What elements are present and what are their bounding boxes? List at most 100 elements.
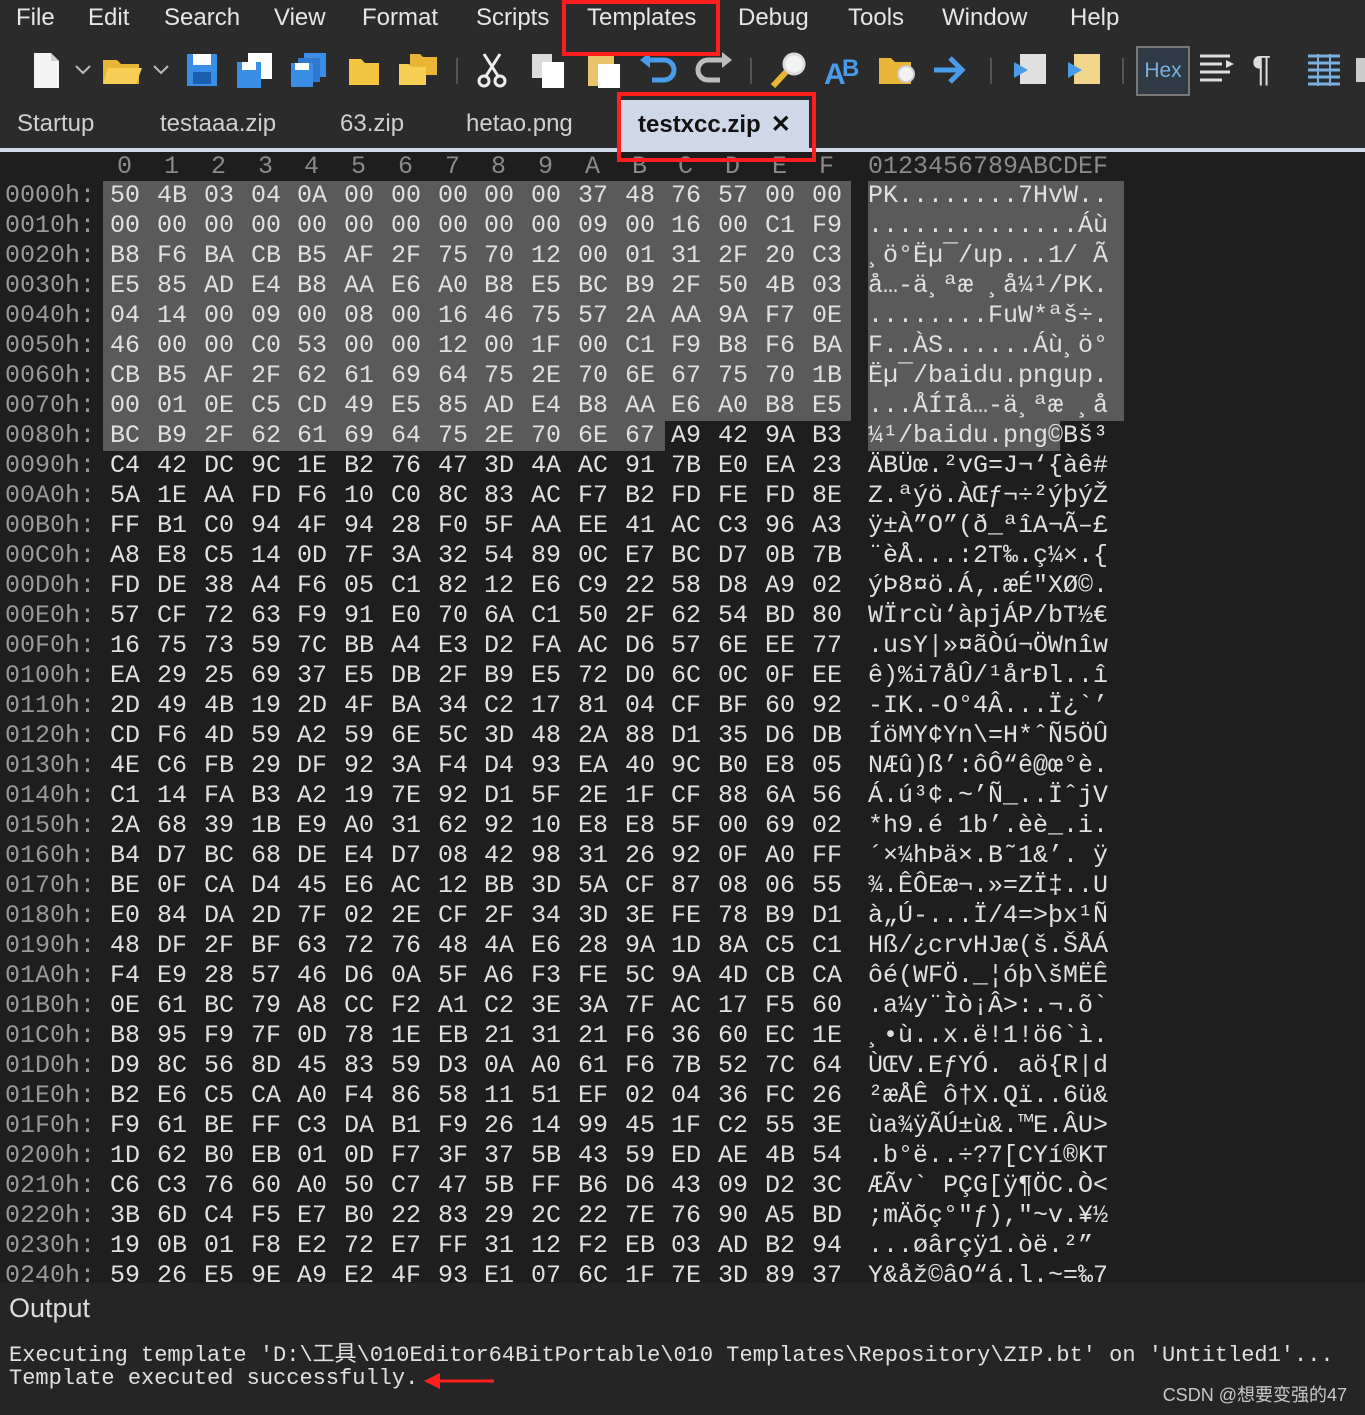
hex-byte[interactable]: 22 <box>625 571 655 600</box>
hex-byte[interactable]: 22 <box>578 1201 608 1230</box>
hex-byte[interactable]: D9 <box>110 1051 140 1080</box>
hex-byte[interactable]: D4 <box>484 751 514 780</box>
hex-byte[interactable]: 0C <box>578 541 608 570</box>
hex-byte[interactable]: 21 <box>578 1021 608 1050</box>
row-ascii[interactable]: Z.ªýö.ÀŒƒ¬÷²ýþýŽ <box>868 481 1108 510</box>
hex-byte[interactable]: 37 <box>484 1141 514 1170</box>
hex-byte[interactable]: A4 <box>251 571 281 600</box>
hex-byte[interactable]: 0E <box>812 301 842 330</box>
hex-byte[interactable]: CA <box>812 961 842 990</box>
hex-byte[interactable]: 59 <box>344 721 374 750</box>
open-folder-icon[interactable] <box>100 50 144 90</box>
hex-byte[interactable]: 50 <box>718 271 748 300</box>
hex-byte[interactable]: 2F <box>718 241 748 270</box>
hex-byte[interactable]: C3 <box>297 1111 327 1140</box>
hex-byte[interactable]: AD <box>484 391 514 420</box>
hex-byte[interactable]: 4F <box>344 691 374 720</box>
hex-byte[interactable]: 89 <box>765 1261 795 1283</box>
hex-byte[interactable]: 6C <box>578 1261 608 1283</box>
hex-byte[interactable]: FC <box>765 1081 795 1110</box>
hex-byte[interactable]: A9 <box>765 571 795 600</box>
hex-byte[interactable]: FE <box>671 901 701 930</box>
hex-byte[interactable]: 78 <box>344 1021 374 1050</box>
hex-byte[interactable]: 00 <box>110 391 140 420</box>
hex-byte[interactable]: C6 <box>110 1171 140 1200</box>
hex-byte[interactable]: 2F <box>438 661 468 690</box>
hex-byte[interactable]: 00 <box>484 181 514 210</box>
hex-byte[interactable]: 3A <box>391 541 421 570</box>
hex-byte[interactable]: 61 <box>578 1051 608 1080</box>
hex-byte[interactable]: 62 <box>297 361 327 390</box>
row-ascii[interactable]: Ëµ¯/baidu.pngup. <box>868 361 1108 390</box>
row-ascii[interactable]: ...øârçÿ1.òë.­²” <box>868 1231 1093 1260</box>
hex-byte[interactable]: 8D <box>251 1051 281 1080</box>
hex-byte[interactable]: FD <box>765 481 795 510</box>
folder-icon[interactable] <box>346 50 382 90</box>
folders-icon[interactable] <box>396 50 440 90</box>
hex-byte[interactable]: 90 <box>718 1201 748 1230</box>
row-ascii[interactable]: -IK.-O°4Â...Ï¿`’ <box>868 691 1108 720</box>
hex-byte[interactable]: 10 <box>344 481 374 510</box>
hex-byte[interactable]: E8 <box>625 811 655 840</box>
hex-byte[interactable]: 76 <box>391 451 421 480</box>
hex-byte[interactable]: A3 <box>812 511 842 540</box>
hex-byte[interactable]: BB <box>344 631 374 660</box>
hex-byte[interactable]: DF <box>297 751 327 780</box>
hex-byte[interactable]: 14 <box>157 781 187 810</box>
hex-byte[interactable]: 62 <box>671 601 701 630</box>
hex-byte[interactable]: 00 <box>718 211 748 240</box>
hex-byte[interactable]: E5 <box>391 391 421 420</box>
hex-byte[interactable]: B6 <box>578 1171 608 1200</box>
hex-byte[interactable]: 08 <box>438 841 468 870</box>
hex-byte[interactable]: D6 <box>625 1171 655 1200</box>
hex-byte[interactable]: 2F <box>204 931 234 960</box>
hex-byte[interactable]: F6 <box>765 331 795 360</box>
hex-byte[interactable]: 5F <box>484 511 514 540</box>
hex-byte[interactable]: 70 <box>438 601 468 630</box>
hex-byte[interactable]: 1D <box>671 931 701 960</box>
row-ascii[interactable]: ...ÅÍIå…-ä¸ªæ ¸å <box>868 391 1108 420</box>
hex-byte[interactable]: 69 <box>391 361 421 390</box>
hex-byte[interactable]: 69 <box>344 421 374 450</box>
hex-byte[interactable]: 20 <box>765 241 795 270</box>
hex-byte[interactable]: B9 <box>484 661 514 690</box>
hex-byte[interactable]: 50 <box>578 601 608 630</box>
hex-byte[interactable]: A2 <box>297 721 327 750</box>
menu-debug[interactable]: Debug <box>738 4 809 32</box>
find-icon[interactable] <box>768 50 812 90</box>
hex-byte[interactable]: 83 <box>484 481 514 510</box>
tab-startup[interactable]: Startup <box>17 110 94 138</box>
hex-byte[interactable]: BF <box>718 691 748 720</box>
hex-byte[interactable]: 07 <box>531 1261 561 1283</box>
hex-byte[interactable]: 60 <box>765 691 795 720</box>
hex-byte[interactable]: A9 <box>671 421 701 450</box>
hex-byte[interactable]: 46 <box>484 301 514 330</box>
row-ascii[interactable]: ¾.ÊÔEæ¬.»=ZÏ‡..U <box>868 871 1108 900</box>
hex-byte[interactable]: 61 <box>297 421 327 450</box>
hex-byte[interactable]: 26 <box>484 1111 514 1140</box>
hex-byte[interactable]: B8 <box>765 391 795 420</box>
hex-byte[interactable]: 06 <box>765 871 795 900</box>
hex-byte[interactable]: 7F <box>297 901 327 930</box>
hex-byte[interactable]: 26 <box>157 1261 187 1283</box>
hex-byte[interactable]: FE <box>578 961 608 990</box>
hex-byte[interactable]: 42 <box>157 451 187 480</box>
hex-byte[interactable]: A5 <box>765 1201 795 1230</box>
row-bytes[interactable]: CDF64D59A2596E5C3D482A88D135D6DBCD F6 4D… <box>103 721 851 751</box>
hex-byte[interactable]: C5 <box>204 1081 234 1110</box>
hex-byte[interactable]: 76 <box>391 931 421 960</box>
hex-byte[interactable]: 55 <box>765 1111 795 1140</box>
hex-byte[interactable]: 3F <box>438 1141 468 1170</box>
hex-view-icon[interactable]: Hex <box>1136 46 1190 96</box>
hex-byte[interactable]: 29 <box>484 1201 514 1230</box>
row-ascii[interactable]: *h9.é 1b’.èè_.i. <box>868 811 1108 840</box>
hex-byte[interactable]: 37 <box>578 181 608 210</box>
hex-byte[interactable]: AA <box>204 481 234 510</box>
hex-byte[interactable]: FA <box>531 631 561 660</box>
hex-byte[interactable]: E6 <box>157 1081 187 1110</box>
hex-byte[interactable]: 7B <box>671 451 701 480</box>
hex-byte[interactable]: EB <box>438 1021 468 1050</box>
hex-byte[interactable]: EE <box>812 661 842 690</box>
hex-byte[interactable]: 6E <box>391 721 421 750</box>
hex-byte[interactable]: 57 <box>671 631 701 660</box>
